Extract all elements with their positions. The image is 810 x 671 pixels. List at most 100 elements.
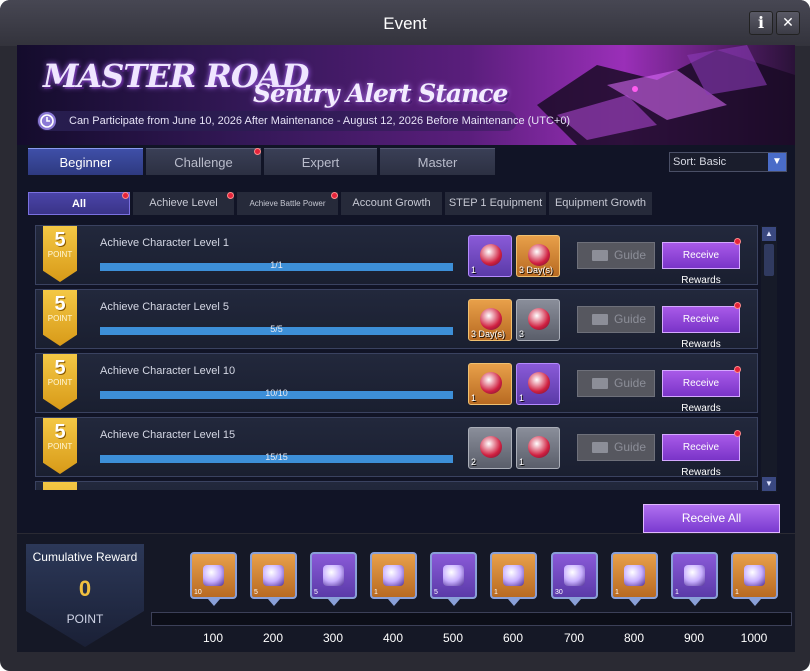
guide-label: Guide (614, 312, 647, 326)
subtab-equipment-growth[interactable]: Equipment Growth (549, 192, 652, 215)
tab-expert[interactable]: Expert (264, 148, 377, 175)
milestone-reward-count: 30 (555, 589, 563, 596)
mission-title: Achieve Character Level 15 (100, 429, 236, 441)
mission-row: 5 POINT Achieve Character Level 5 5/5 3 … (35, 289, 758, 350)
tab-master[interactable]: Master (380, 148, 495, 175)
point-badge: 5 POINT (43, 418, 77, 474)
milestone-pointer (508, 599, 520, 606)
receive-all-button[interactable]: Receive All (643, 504, 780, 533)
scrollbar[interactable]: ▲ ▼ (761, 226, 777, 492)
progress-bar: 1/1 (100, 260, 453, 271)
mission-title: Achieve Character Level 5 (100, 301, 230, 313)
subtab-step1-equipment[interactable]: STEP 1 Equipment (445, 192, 546, 215)
milestone-reward-count: 1 (615, 589, 619, 596)
receive-rewards-button[interactable]: Receive Rewards (662, 242, 740, 286)
sort-dropdown[interactable]: Sort: Basic ▼ (669, 152, 787, 172)
reward-item-icon (203, 565, 224, 586)
scroll-thumb[interactable] (764, 244, 774, 276)
reward-count: 1 (519, 393, 525, 403)
mission-row: 5 POINT Achieve Character Level 1 1/1 1 … (35, 225, 758, 286)
reward-item[interactable]: 3 Day(s) (516, 235, 560, 277)
guide-button[interactable]: Guide (577, 242, 655, 269)
tab-challenge[interactable]: Challenge (146, 148, 261, 175)
notification-dot (734, 238, 741, 245)
guide-button[interactable]: Guide (577, 370, 655, 397)
milestone-pointer (448, 599, 460, 606)
milestone-reward-item[interactable]: 1 (611, 552, 658, 599)
title-bar: Event i ✕ (0, 0, 810, 46)
milestone-reward-count: 5 (434, 589, 438, 596)
milestone-reward-count: 1 (494, 589, 498, 596)
milestone-label: 600 (502, 631, 524, 645)
reward-count: 3 Day(s) (519, 265, 554, 275)
book-icon (592, 442, 608, 453)
milestone-label: 300 (322, 631, 344, 645)
reward-item[interactable]: 1 (468, 235, 512, 277)
milestone-label: 1000 (740, 631, 768, 645)
progress-text: 15/15 (265, 452, 288, 462)
scroll-up-icon[interactable]: ▲ (762, 227, 776, 241)
point-badge: 5 POINT (43, 226, 77, 282)
milestone-label: 700 (563, 631, 585, 645)
subtab-achieve-battle-power[interactable]: Achieve Battle Power (237, 192, 338, 215)
banner-subtitle: Sentry Alert Stance (253, 79, 508, 108)
reward-item-icon (624, 565, 645, 586)
milestone-reward-item[interactable]: 5 (250, 552, 297, 599)
milestone-reward-count: 10 (194, 589, 202, 596)
reward-item[interactable]: 1 (516, 363, 560, 405)
reward-count: 2 (471, 457, 477, 467)
reward-item[interactable]: 3 (516, 299, 560, 341)
milestone-pointer (569, 599, 581, 606)
reward-item-icon (480, 308, 502, 330)
subtab-achieve-level[interactable]: Achieve Level (133, 192, 234, 215)
progress-text: 10/10 (265, 388, 288, 398)
milestone-reward-item[interactable]: 1 (370, 552, 417, 599)
receive-rewards-button[interactable]: Receive Rewards (662, 306, 740, 350)
mission-row (35, 481, 758, 490)
badge-points: 5 (54, 293, 66, 315)
milestone-reward-item[interactable]: 1 (671, 552, 718, 599)
guide-button[interactable]: Guide (577, 306, 655, 333)
milestone-reward-item[interactable]: 30 (551, 552, 598, 599)
notification-dot (331, 192, 338, 199)
reward-item[interactable]: 2 (468, 427, 512, 469)
milestone-reward-count: 5 (254, 589, 258, 596)
receive-rewards-button[interactable]: Receive Rewards (662, 434, 740, 478)
guide-button[interactable]: Guide (577, 434, 655, 461)
milestone-pointer (629, 599, 641, 606)
notification-dot (122, 192, 129, 199)
scroll-down-icon[interactable]: ▼ (762, 477, 776, 491)
milestone-reward-count: 1 (374, 589, 378, 596)
close-icon[interactable]: ✕ (776, 11, 800, 35)
tab-beginner[interactable]: Beginner (28, 148, 143, 175)
milestone-reward-item[interactable]: 1 (731, 552, 778, 599)
guide-label: Guide (614, 376, 647, 390)
progress-bar: 15/15 (100, 452, 453, 463)
milestone-pointer (208, 599, 220, 606)
point-badge (43, 482, 77, 490)
subtab-all[interactable]: All (28, 192, 130, 215)
progress-bar: 5/5 (100, 324, 453, 335)
window-title: Event (383, 14, 427, 33)
badge-points: 5 (54, 357, 66, 379)
reward-item[interactable]: 1 (468, 363, 512, 405)
mission-row: 5 POINT Achieve Character Level 15 15/15… (35, 417, 758, 478)
chevron-down-icon[interactable]: ▼ (768, 153, 786, 171)
reward-count: 3 Day(s) (471, 329, 506, 339)
info-icon[interactable]: i (749, 11, 773, 35)
reward-item[interactable]: 3 Day(s) (468, 299, 512, 341)
milestone-pointer (328, 599, 340, 606)
badge-label: POINT (47, 314, 73, 323)
progress-text: 1/1 (270, 260, 283, 270)
milestone-reward-item[interactable]: 5 (310, 552, 357, 599)
event-banner: MASTER ROAD Sentry Alert Stance Can Part… (17, 45, 795, 145)
reward-item[interactable]: 1 (516, 427, 560, 469)
subtab-account-growth[interactable]: Account Growth (341, 192, 442, 215)
milestone-reward-item[interactable]: 1 (490, 552, 537, 599)
milestone-reward-count: 1 (675, 589, 679, 596)
milestone-reward-item[interactable]: 5 (430, 552, 477, 599)
receive-rewards-button[interactable]: Receive Rewards (662, 370, 740, 414)
progress-text: 5/5 (270, 324, 283, 334)
milestone-reward-item[interactable]: 10 (190, 552, 237, 599)
reward-item-icon (528, 372, 550, 394)
